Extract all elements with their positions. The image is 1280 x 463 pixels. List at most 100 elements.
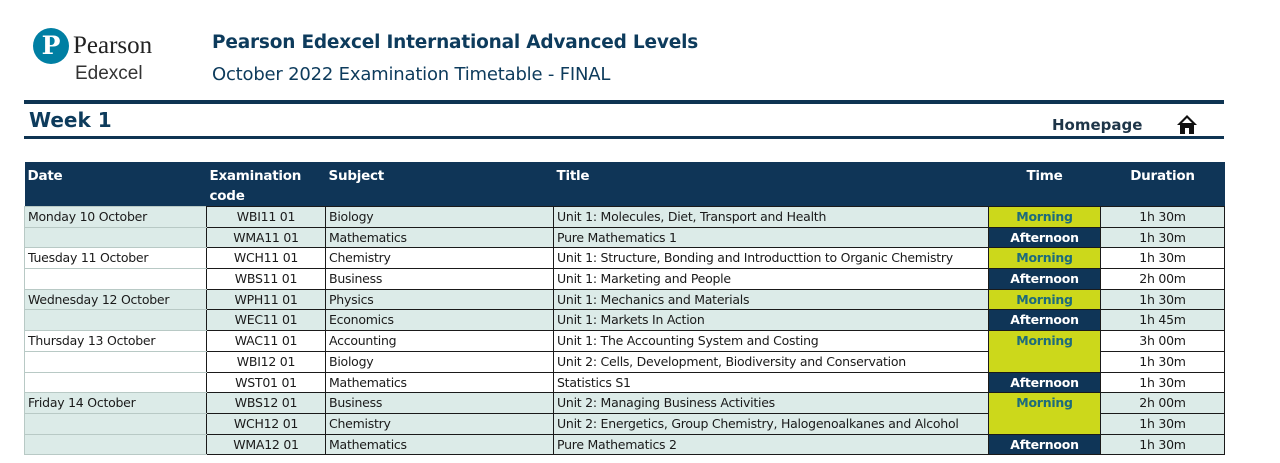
duration-cell: 3h 00m xyxy=(1100,330,1225,352)
table-header: Date Examination code Subject Title Time … xyxy=(24,162,1225,207)
duration-cell: 1h 30m xyxy=(1100,350,1225,373)
page-subtitle: October 2022 Examination Timetable - FIN… xyxy=(212,64,611,85)
time-cell: Afternoon xyxy=(988,433,1101,456)
table-row: WBI12 01 Biology Unit 2: Cells, Developm… xyxy=(24,350,1225,373)
subject-cell: Business xyxy=(325,392,554,414)
duration-cell: 2h 00m xyxy=(1100,392,1225,414)
time-cell: Afternoon xyxy=(988,268,1101,290)
duration-cell: 1h 45m xyxy=(1100,309,1225,332)
code-cell: WBI11 01 xyxy=(206,206,326,228)
title-cell: Pure Mathematics 2 xyxy=(553,433,989,456)
duration-cell: 1h 30m xyxy=(1100,247,1225,270)
column-header-duration: Duration xyxy=(1100,162,1225,207)
subject-cell: Economics xyxy=(325,309,554,332)
pearson-edexcel-logo: P Pearson Edexcel xyxy=(33,28,173,88)
date-cell xyxy=(24,268,207,290)
date-cell: Thursday 13 October xyxy=(24,330,207,352)
duration-cell: 1h 30m xyxy=(1100,371,1225,394)
subject-cell: Mathematics xyxy=(325,433,554,456)
time-cell: Morning xyxy=(988,206,1101,228)
title-cell: Unit 1: Markets In Action xyxy=(553,309,989,332)
code-cell: WAC11 01 xyxy=(206,330,326,352)
table-row: WEC11 01 Economics Unit 1: Markets In Ac… xyxy=(24,309,1225,332)
column-header-subject: Subject xyxy=(325,162,554,207)
title-cell: Unit 1: The Accounting System and Costin… xyxy=(553,330,989,352)
time-cell: Morning xyxy=(988,247,1101,270)
code-cell: WCH11 01 xyxy=(206,247,326,270)
code-cell: WBS12 01 xyxy=(206,392,326,414)
date-cell xyxy=(24,350,207,373)
code-cell: WPH11 01 xyxy=(206,288,326,311)
date-cell xyxy=(24,226,207,249)
pearson-p-logo-icon: P xyxy=(33,28,69,64)
time-cell: Afternoon xyxy=(988,226,1101,249)
table-row: Monday 10 October WBI11 01 Biology Unit … xyxy=(24,206,1225,228)
logo-edexcel-text: Edexcel xyxy=(75,63,143,84)
column-header-code: Examination code xyxy=(206,162,326,207)
header-rule-top xyxy=(24,100,1224,104)
subject-cell: Biology xyxy=(325,206,554,228)
column-header-date: Date xyxy=(24,162,207,207)
code-cell: WBS11 01 xyxy=(206,268,326,290)
subject-cell: Chemistry xyxy=(325,247,554,270)
title-cell: Statistics S1 xyxy=(553,371,989,394)
table-row: Wednesday 12 October WPH11 01 Physics Un… xyxy=(24,288,1225,311)
table-row: WCH12 01 Chemistry Unit 2: Energetics, G… xyxy=(24,412,1225,435)
title-cell: Unit 2: Cells, Development, Biodiversity… xyxy=(553,350,989,373)
homepage-link[interactable]: Homepage xyxy=(1052,116,1142,134)
table-row: WMA11 01 Mathematics Pure Mathematics 1 … xyxy=(24,226,1225,249)
code-cell: WMA11 01 xyxy=(206,226,326,249)
subject-cell: Accounting xyxy=(325,330,554,352)
date-cell xyxy=(24,371,207,394)
subject-cell: Physics xyxy=(325,288,554,311)
date-cell: Tuesday 11 October xyxy=(24,247,207,270)
time-cell: Afternoon xyxy=(988,309,1101,332)
column-header-time: Time xyxy=(988,162,1101,207)
code-cell: WMA12 01 xyxy=(206,433,326,456)
subject-cell: Mathematics xyxy=(325,226,554,249)
table-row: Friday 14 October WBS12 01 Business Unit… xyxy=(24,392,1225,414)
duration-cell: 1h 30m xyxy=(1100,206,1225,228)
code-cell: WEC11 01 xyxy=(206,309,326,332)
subject-cell: Biology xyxy=(325,350,554,373)
title-cell: Unit 1: Mechanics and Materials xyxy=(553,288,989,311)
date-cell: Friday 14 October xyxy=(24,392,207,414)
table-row: Tuesday 11 October WCH11 01 Chemistry Un… xyxy=(24,247,1225,270)
code-cell: WCH12 01 xyxy=(206,412,326,435)
duration-cell: 1h 30m xyxy=(1100,433,1225,456)
time-cell: Morning xyxy=(988,288,1101,311)
time-cell: Morning xyxy=(988,330,1101,352)
time-cell xyxy=(988,351,1101,373)
title-cell: Unit 2: Energetics, Group Chemistry, Hal… xyxy=(553,412,989,435)
page-title: Pearson Edexcel International Advanced L… xyxy=(212,32,699,53)
time-cell xyxy=(988,413,1101,435)
title-cell: Pure Mathematics 1 xyxy=(553,226,989,249)
duration-cell: 2h 00m xyxy=(1100,268,1225,290)
table-row: WMA12 01 Mathematics Pure Mathematics 2 … xyxy=(24,433,1225,456)
title-cell: Unit 1: Structure, Bonding and Introduct… xyxy=(553,247,989,270)
time-cell: Morning xyxy=(988,392,1101,414)
header-rule-bottom xyxy=(24,136,1224,139)
code-cell: WBI12 01 xyxy=(206,350,326,373)
code-cell: WST01 01 xyxy=(206,371,326,394)
subject-cell: Mathematics xyxy=(325,371,554,394)
home-icon[interactable] xyxy=(1176,113,1198,135)
date-cell xyxy=(24,412,207,435)
table-row: WST01 01 Mathematics Statistics S1 After… xyxy=(24,371,1225,394)
subject-cell: Chemistry xyxy=(325,412,554,435)
column-header-title: Title xyxy=(553,162,989,207)
table-body: Monday 10 October WBI11 01 Biology Unit … xyxy=(24,206,1225,456)
duration-cell: 1h 30m xyxy=(1100,412,1225,435)
exam-timetable: Date Examination code Subject Title Time … xyxy=(24,162,1225,456)
logo-pearson-text: Pearson xyxy=(73,32,153,59)
title-cell: Unit 1: Marketing and People xyxy=(553,268,989,290)
week-heading: Week 1 xyxy=(29,108,112,132)
title-cell: Unit 2: Managing Business Activities xyxy=(553,392,989,414)
date-cell xyxy=(24,433,207,456)
date-cell xyxy=(24,309,207,332)
duration-cell: 1h 30m xyxy=(1100,226,1225,249)
time-cell: Afternoon xyxy=(988,371,1101,394)
duration-cell: 1h 30m xyxy=(1100,288,1225,311)
table-row: WBS11 01 Business Unit 1: Marketing and … xyxy=(24,268,1225,290)
table-row: Thursday 13 October WAC11 01 Accounting … xyxy=(24,330,1225,352)
